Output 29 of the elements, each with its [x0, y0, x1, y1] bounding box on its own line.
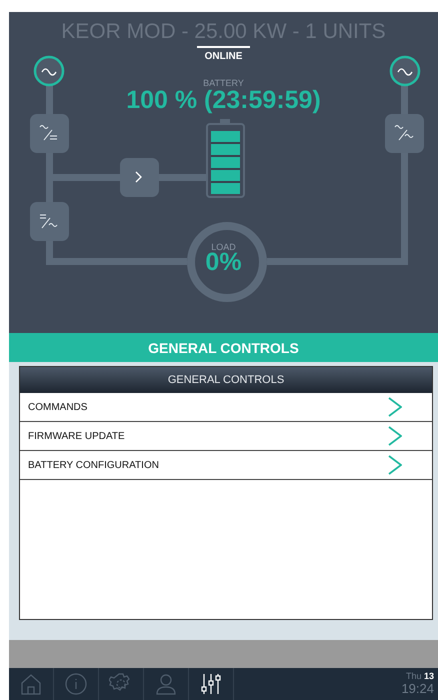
menu-row-label: FIRMWARE UPDATE [28, 430, 125, 442]
chevron-right-icon [388, 455, 402, 475]
load-label: LOAD [211, 242, 236, 252]
menu-row[interactable]: COMMANDS [20, 393, 432, 422]
status-label: ONLINE [196, 46, 250, 62]
info-icon [64, 672, 88, 696]
connector-line [159, 174, 206, 181]
chevron-right-icon [388, 426, 402, 446]
connector-line [401, 85, 408, 114]
ac-output-icon[interactable] [390, 56, 420, 86]
connector-line [46, 85, 53, 114]
sliders-icon [199, 672, 223, 696]
time-label: 19:24 [401, 682, 434, 696]
inverter-icon[interactable] [30, 202, 69, 241]
rectifier-icon[interactable] [30, 114, 69, 153]
menu-row-label: BATTERY CONFIGURATION [28, 460, 159, 470]
bypass-icon[interactable] [385, 114, 424, 153]
menu-row-label: COMMANDS [28, 402, 88, 412]
section-title-bar: GENERAL CONTROLS [9, 333, 438, 362]
list-header: GENERAL CONTROLS [20, 367, 432, 393]
user-icon [154, 672, 178, 696]
menu-row[interactable]: BATTERY CONFIGURATION [20, 451, 432, 480]
menu-row[interactable]: FIRMWARE UPDATE [20, 422, 432, 451]
home-icon [19, 672, 43, 696]
ac-source-icon[interactable] [34, 56, 64, 86]
date-label: Thu 13 [406, 672, 434, 682]
battery-label: BATTERY [203, 78, 244, 88]
chevron-right-icon [388, 397, 402, 417]
battery-reading: 100 % (23:59:59) [126, 86, 321, 114]
